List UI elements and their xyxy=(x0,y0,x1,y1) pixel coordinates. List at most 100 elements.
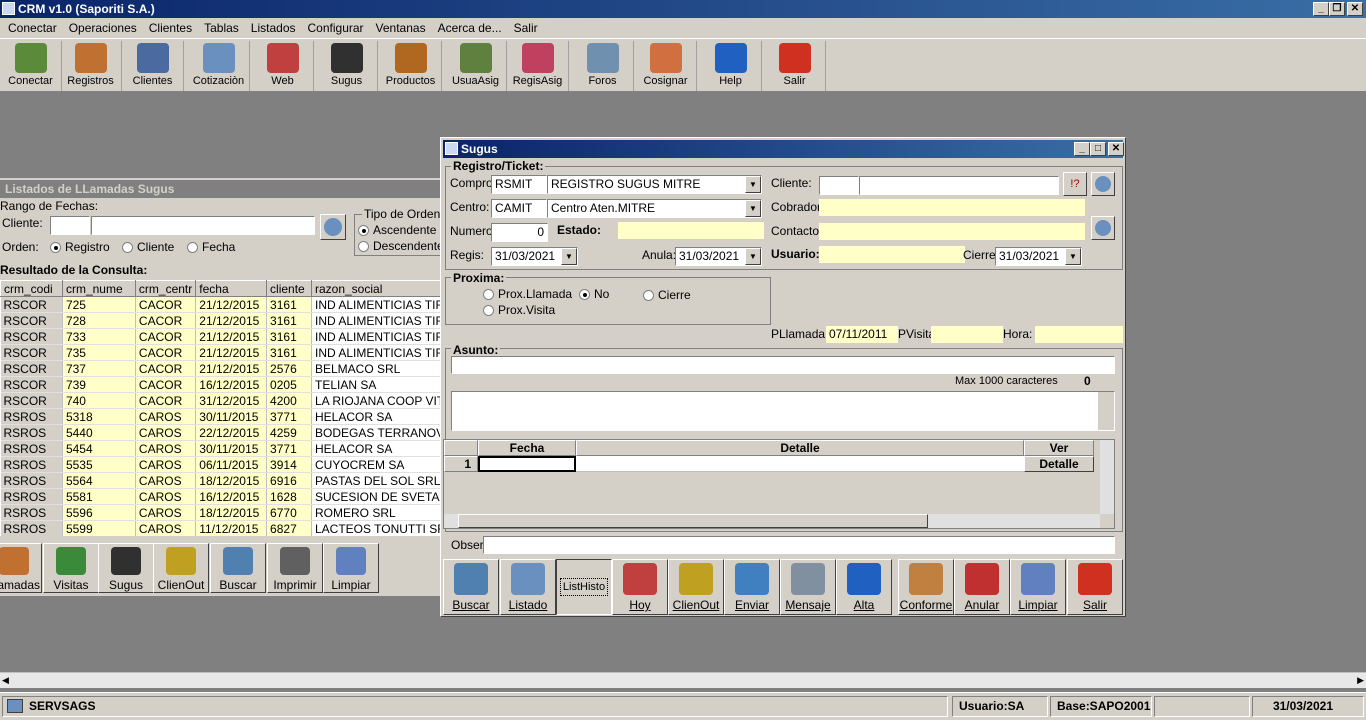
table-row[interactable]: RSROS 5581 CAROS 16/12/2015 1628 SUCESION DE … xyxy=(0,488,442,505)
close-button[interactable]: ✕ xyxy=(1347,2,1363,16)
menu-item-1[interactable]: Operaciones xyxy=(63,18,143,38)
regis-date-picker[interactable]: 31/03/2021 ▼ xyxy=(491,247,578,266)
menu-item-5[interactable]: Configurar xyxy=(302,18,370,38)
detalle-button[interactable]: Detalle xyxy=(1024,456,1094,472)
client-info-button[interactable]: !? xyxy=(1063,172,1087,196)
cliente-name-input[interactable] xyxy=(859,176,1059,195)
sugus-alta-button[interactable]: Alta xyxy=(836,559,892,615)
table-row[interactable]: RSCOR 735 CACOR 21/12/2015 3161 IND ALIMENTIC… xyxy=(0,344,442,361)
orden-registro-radio[interactable]: Registro xyxy=(50,240,110,254)
sugus-enviar-button[interactable]: Enviar xyxy=(724,559,780,615)
table-row[interactable]: RSROS 5596 CAROS 18/12/2015 6770 ROMERO SRL xyxy=(0,504,442,521)
menu-item-8[interactable]: Salir xyxy=(508,18,544,38)
listados-buscar-button[interactable]: Buscar xyxy=(210,543,266,593)
sugus-limpiar-button[interactable]: Limpiar xyxy=(1010,559,1066,615)
col-header-crm_nume[interactable]: crm_nume xyxy=(61,280,136,297)
toolbar-productos-button[interactable]: Productos xyxy=(380,41,442,91)
listados-visitas-button[interactable]: Visitas xyxy=(43,543,99,593)
toolbar-salir-button[interactable]: Salir xyxy=(764,41,826,91)
table-row[interactable]: RSROS 5564 CAROS 18/12/2015 6916 PASTAS DEL S… xyxy=(0,472,442,489)
orden-cliente-radio[interactable]: Cliente xyxy=(122,240,174,254)
chevron-down-icon[interactable]: ▼ xyxy=(745,176,761,193)
menu-item-3[interactable]: Tablas xyxy=(198,18,245,38)
table-row[interactable]: RSROS 5599 CAROS 11/12/2015 6827 LACTEOS TONU… xyxy=(0,520,442,536)
col-header-razon_social[interactable]: razon_social xyxy=(310,280,442,297)
asunto-textarea[interactable] xyxy=(451,391,1115,431)
grid-vertical-scrollbar[interactable] xyxy=(1100,440,1114,514)
asunto-input[interactable] xyxy=(451,356,1115,374)
table-row[interactable]: RSCOR 739 CACOR 16/12/2015 0205 TELIAN SA xyxy=(0,376,442,393)
toolbar-clientes-button[interactable]: Clientes xyxy=(122,41,184,91)
list-histo-button[interactable]: ListHisto xyxy=(556,559,612,615)
menu-item-7[interactable]: Acerca de... xyxy=(432,18,508,38)
menu-item-0[interactable]: Conectar xyxy=(2,18,63,38)
scroll-left-icon[interactable]: ◀ xyxy=(2,675,9,686)
sugus-mensaje-button[interactable]: Mensaje xyxy=(780,559,836,615)
col-header-crm_codi[interactable]: crm_codi xyxy=(0,280,63,297)
sugus-hoy-button[interactable]: Hoy xyxy=(612,559,668,615)
fecha-cell[interactable] xyxy=(478,456,576,472)
table-row[interactable]: RSROS 5440 CAROS 22/12/2015 4259 BODEGAS TERR… xyxy=(0,424,442,441)
cobrador-field[interactable] xyxy=(819,199,1085,216)
pvisita-field[interactable] xyxy=(931,326,1003,343)
menu-item-2[interactable]: Clientes xyxy=(143,18,198,38)
table-row[interactable]: RSROS 5535 CAROS 06/11/2015 3914 CUYOCREM SA xyxy=(0,456,442,473)
toolbar-sugus-button[interactable]: Sugus xyxy=(316,41,378,91)
anula-date-picker[interactable]: 31/03/2021 ▼ xyxy=(675,247,762,266)
table-row[interactable]: RSCOR 740 CACOR 31/12/2015 4200 LA RIOJANA CO… xyxy=(0,392,442,409)
search-client-button[interactable] xyxy=(1091,172,1115,196)
estado-field[interactable] xyxy=(618,222,764,239)
obser-input[interactable] xyxy=(483,536,1115,554)
minimize-button[interactable]: _ xyxy=(1313,2,1329,16)
grid-horizontal-scrollbar[interactable] xyxy=(444,514,1100,528)
usuario-field[interactable] xyxy=(819,246,965,263)
chevron-down-icon[interactable]: ▼ xyxy=(561,248,577,265)
search-contact-button[interactable] xyxy=(1091,216,1115,240)
detalle-cell[interactable] xyxy=(576,456,1024,472)
cierre-date-picker[interactable]: 31/03/2021 ▼ xyxy=(995,247,1082,266)
col-header-crm_centr[interactable]: crm_centr xyxy=(134,280,197,297)
centro-select[interactable]: Centro Aten.MITRE ▼ xyxy=(547,199,762,218)
menu-item-4[interactable]: Listados xyxy=(245,18,302,38)
sugus-maximize-button[interactable]: □ xyxy=(1090,142,1106,156)
col-fecha-header[interactable]: Fecha xyxy=(478,440,576,456)
table-row[interactable]: RSCOR 728 CACOR 21/12/2015 3161 IND ALIMENTIC… xyxy=(0,312,442,329)
sugus-buscar-button[interactable]: Buscar xyxy=(443,559,499,615)
col-header-fecha[interactable]: fecha xyxy=(195,280,268,297)
orden-fecha-radio[interactable]: Fecha xyxy=(187,240,235,254)
table-row[interactable]: RSROS 5318 CAROS 30/11/2015 3771 HELACOR SA xyxy=(0,408,442,425)
toolbar-regisasig-button[interactable]: RegisAsig xyxy=(507,41,569,91)
cliente-code-input[interactable] xyxy=(50,216,90,235)
listados-llamadas-button[interactable]: Llamadas xyxy=(0,543,42,593)
search-client-button[interactable] xyxy=(320,214,346,240)
compro-select[interactable]: REGISTRO SUGUS MITRE ▼ xyxy=(547,175,762,194)
prox-visita-radio[interactable]: Prox.Visita xyxy=(483,303,555,317)
table-row[interactable]: RSROS 5454 CAROS 30/11/2015 3771 HELACOR SA xyxy=(0,440,442,457)
mdi-horizontal-scrollbar[interactable]: ◀ ▶ xyxy=(0,672,1366,688)
toolbar-cosignar-button[interactable]: Cosignar xyxy=(635,41,697,91)
scroll-right-icon[interactable]: ▶ xyxy=(1357,675,1364,686)
listados-limpiar-button[interactable]: Limpiar xyxy=(323,543,379,593)
listados-sugus-button[interactable]: Sugus xyxy=(98,543,154,593)
col-detalle-header[interactable]: Detalle xyxy=(576,440,1024,456)
prox-cierre-radio[interactable]: Cierre xyxy=(643,288,691,302)
table-row[interactable]: RSCOR 725 CACOR 21/12/2015 3161 IND ALIMENTIC… xyxy=(0,296,442,313)
toolbar-foros-button[interactable]: Foros xyxy=(572,41,634,91)
toolbar-usuaasig-button[interactable]: UsuaAsig xyxy=(445,41,507,91)
hora-field[interactable] xyxy=(1035,326,1123,343)
listados-clienout-button[interactable]: ClienOut xyxy=(153,543,209,593)
listados-imprimir-button[interactable]: Imprimir xyxy=(267,543,323,593)
toolbar-cotizaciòn-button[interactable]: Cotizaciòn xyxy=(188,41,250,91)
descendente-radio[interactable]: Descendente xyxy=(358,239,444,253)
chevron-down-icon[interactable]: ▼ xyxy=(745,248,761,265)
centro-code-field[interactable]: CAMIT xyxy=(491,199,547,218)
sugus-salir-button[interactable]: Salir xyxy=(1067,559,1123,615)
sugus-anular-button[interactable]: Anular xyxy=(954,559,1010,615)
sugus-conforme-button[interactable]: Conforme xyxy=(898,559,954,615)
detalle-grid[interactable]: Fecha Detalle Ver 1 Detalle xyxy=(443,439,1115,529)
restore-button[interactable]: ❐ xyxy=(1329,2,1345,16)
menu-item-6[interactable]: Ventanas xyxy=(370,18,432,38)
textarea-scrollbar[interactable] xyxy=(1098,392,1114,430)
cliente-code-input[interactable] xyxy=(819,176,859,195)
contacto-field[interactable] xyxy=(819,223,1085,240)
